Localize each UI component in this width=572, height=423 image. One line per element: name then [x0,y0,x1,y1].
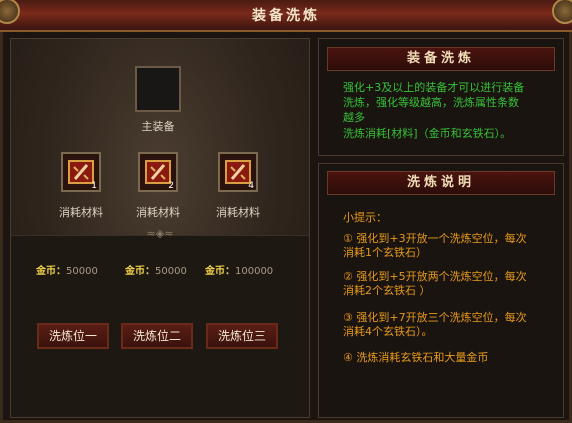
divider-ornament: ≈◈≈ [146,227,174,240]
refine-slot-1-button[interactable]: 洗炼位一 [37,323,109,349]
info-cost: 洗炼消耗[材料]（金币和玄铁石）。 [343,127,512,140]
gold-label: 金币： [36,266,66,277]
gold-value: 50000 [66,266,98,277]
info-panel: 装备洗炼 强化+3及以上的装备才可以进行装备 洗炼，强化等级越高，洗炼属性条数 … [318,38,564,156]
material-slot-1[interactable]: 1 [61,152,101,192]
material-count: 2 [168,181,174,191]
gold-label: 金币： [125,266,155,277]
material-count: 4 [248,181,254,191]
gold-value: 100000 [235,266,274,277]
gold-cost-1: 金币：50000 [36,262,98,277]
main-equipment-slot[interactable] [135,66,181,112]
gold-label: 金币： [205,266,235,277]
info-line: 洗炼，强化等级越高，洗炼属性条数 [343,96,519,109]
tip-line: ④ 洗炼消耗玄铁石和大量金币 [343,351,489,364]
refine-slot-2-button[interactable]: 洗炼位二 [121,323,193,349]
tip-line: 消耗2个玄铁石 ） [343,284,431,297]
explain-panel: 洗炼说明 小提示： ① 强化到+3开放一个洗炼空位，每次 消耗1个玄铁石） ② … [318,163,564,418]
tip-line: 消耗1个玄铁石） [343,246,427,259]
material-label: 消耗材料 [216,206,260,219]
main-equipment-label: 主装备 [141,120,175,133]
title-bar: 装备洗炼 [0,0,572,32]
tip-line: ③ 强化到+7开放三个洗炼空位，每次 [343,311,527,324]
window-title: 装备洗炼 [252,8,320,24]
explain-header: 洗炼说明 [327,171,555,195]
material-count: 1 [91,181,97,191]
material-label: 消耗材料 [136,206,180,219]
material-label: 消耗材料 [59,206,103,219]
material-slot-3[interactable]: 4 [218,152,258,192]
gold-cost-3: 金币：100000 [205,262,273,277]
material-slot-2[interactable]: 2 [138,152,178,192]
gold-value: 50000 [155,266,187,277]
tip-line: ① 强化到+3开放一个洗炼空位，每次 [343,232,527,245]
info-header: 装备洗炼 [327,47,555,71]
refine-slot-3-button[interactable]: 洗炼位三 [206,323,278,349]
tip-title: 小提示： [343,211,387,224]
tip-line: ② 强化到+5开放两个洗炼空位，每次 [343,270,527,283]
tip-line: 消耗4个玄铁石）。 [343,325,433,338]
info-line: 强化+3及以上的装备才可以进行装备 [343,81,525,94]
gold-cost-2: 金币：50000 [125,262,187,277]
info-line: 越多 [343,111,365,124]
